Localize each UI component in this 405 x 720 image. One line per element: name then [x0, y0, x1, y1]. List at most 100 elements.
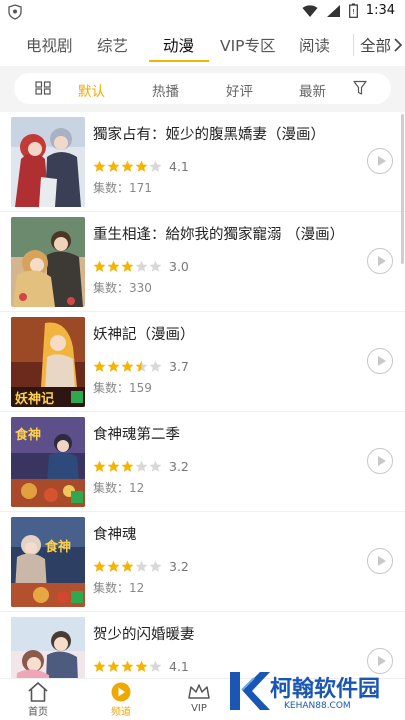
grid-icon[interactable] [35, 81, 51, 95]
star-rating [93, 260, 162, 273]
star-icon [149, 160, 162, 172]
list-item[interactable]: 重生相逢：給妳我的獨家寵溺 （漫画） 3.0 集数：330 [0, 212, 405, 312]
category-tabs: 电视剧 综艺 动漫 VIP专区 阅读 [0, 26, 405, 64]
list-item[interactable]: 食神 食神魂 3.2 集数：12 [0, 512, 405, 612]
star-icon [149, 360, 162, 372]
rating-score: 4.1 [169, 659, 189, 674]
star-icon [107, 560, 120, 572]
watermark-subtext: KEHAN88.COM [284, 701, 351, 711]
star-icon [135, 160, 148, 172]
svg-text:!: ! [352, 8, 355, 16]
play-button[interactable] [367, 248, 393, 274]
rating-score: 3.2 [169, 459, 189, 474]
episode-count: 集数：330 [93, 281, 152, 295]
status-bar: ! 1:34 [0, 0, 405, 24]
star-icon [121, 660, 134, 672]
battery-icon: ! [348, 3, 358, 18]
list-item[interactable]: 食神 食神魂第二季 3.2 集数：12 [0, 412, 405, 512]
watermark-logo-icon [230, 672, 270, 710]
cover-image: 妖神记 [11, 317, 85, 407]
sort-bar: 默认 热播 好评 最新 [0, 66, 405, 112]
cover-image [11, 117, 85, 207]
svg-text:妖神记: 妖神记 [15, 391, 54, 407]
tab-reading[interactable]: 阅读 [299, 34, 330, 56]
watermark-text: 柯翰软件园 [270, 677, 381, 702]
tab-vip[interactable]: VIP专区 [220, 34, 276, 56]
rating-score: 3.7 [169, 359, 189, 374]
star-icon [149, 460, 162, 472]
star-icon [121, 260, 134, 272]
home-icon [28, 682, 48, 702]
list-item[interactable]: 妖神记 妖神記（漫画） 3.7 集数：159 [0, 312, 405, 412]
rating-score: 3.2 [169, 559, 189, 574]
star-icon [93, 460, 106, 472]
sort-latest[interactable]: 最新 [299, 80, 326, 100]
play-button[interactable] [367, 548, 393, 574]
sort-default[interactable]: 默认 [78, 80, 105, 100]
sort-rated[interactable]: 好评 [226, 80, 253, 100]
star-rating [93, 460, 162, 473]
item-title: 獨家占有：姬少的腹黑嬌妻（漫画） [93, 127, 325, 143]
star-icon [107, 460, 120, 472]
nav-vip-label: VIP [191, 703, 207, 714]
watermark: 柯翰软件园 KEHAN88.COM [226, 668, 396, 716]
tab-variety[interactable]: 综艺 [97, 34, 128, 56]
nav-channel-label: 频道 [111, 707, 131, 718]
chevron-right-icon [394, 38, 403, 52]
star-icon [107, 160, 120, 172]
sort-hot[interactable]: 热播 [152, 80, 179, 100]
star-icon [135, 360, 148, 372]
star-icon [149, 260, 162, 272]
crown-icon [188, 684, 210, 699]
cover-image [11, 217, 85, 307]
cover-image: 食神 [11, 517, 85, 607]
tab-anime[interactable]: 动漫 [163, 34, 194, 56]
wifi-icon [302, 4, 318, 17]
play-button[interactable] [367, 148, 393, 174]
episode-count: 集数：12 [93, 581, 145, 595]
star-icon [135, 460, 148, 472]
star-icon [93, 660, 106, 672]
signal-icon [326, 4, 340, 17]
item-title: 重生相逢：給妳我的獨家寵溺 （漫画） [93, 227, 345, 243]
play-circle-icon [111, 682, 131, 702]
star-icon [93, 360, 106, 372]
star-icon [93, 560, 106, 572]
star-rating [93, 360, 162, 373]
nav-vip[interactable]: VIP [186, 681, 212, 714]
star-icon [121, 360, 134, 372]
item-title: 妖神記（漫画） [93, 327, 195, 343]
shield-icon [8, 4, 22, 20]
episode-count: 集数：159 [93, 381, 152, 395]
star-icon [135, 560, 148, 572]
svg-text:食神: 食神 [15, 427, 41, 443]
item-title: 食神魂 [93, 527, 137, 543]
filter-icon[interactable] [353, 80, 367, 96]
rating-score: 4.1 [169, 159, 189, 174]
all-categories-button[interactable]: 全部 [360, 34, 403, 56]
star-icon [121, 560, 134, 572]
star-icon [135, 660, 148, 672]
episode-count: 集数：12 [93, 481, 145, 495]
nav-home[interactable]: 首页 [26, 681, 50, 718]
star-icon [135, 260, 148, 272]
sort-pill: 默认 热播 好评 最新 [14, 73, 391, 104]
svg-text:食神: 食神 [45, 539, 71, 555]
all-categories-label: 全部 [360, 37, 392, 55]
star-rating [93, 560, 162, 573]
star-icon [107, 360, 120, 372]
star-icon [121, 160, 134, 172]
star-icon [149, 660, 162, 672]
nav-channel[interactable]: 频道 [109, 681, 133, 718]
cover-image: 食神 [11, 417, 85, 507]
tab-tv-series[interactable]: 电视剧 [26, 34, 73, 56]
play-button[interactable] [367, 448, 393, 474]
play-button[interactable] [367, 348, 393, 374]
tab-divider [353, 34, 354, 56]
list-item[interactable]: 獨家占有：姬少的腹黑嬌妻（漫画） 4.1 集数：171 [0, 112, 405, 212]
item-title: 贺少的闪婚暖妻 [93, 627, 195, 643]
status-time: 1:34 [365, 3, 395, 18]
active-tab-indicator [149, 60, 209, 62]
item-title: 食神魂第二季 [93, 427, 180, 443]
scrollbar[interactable] [401, 114, 404, 264]
